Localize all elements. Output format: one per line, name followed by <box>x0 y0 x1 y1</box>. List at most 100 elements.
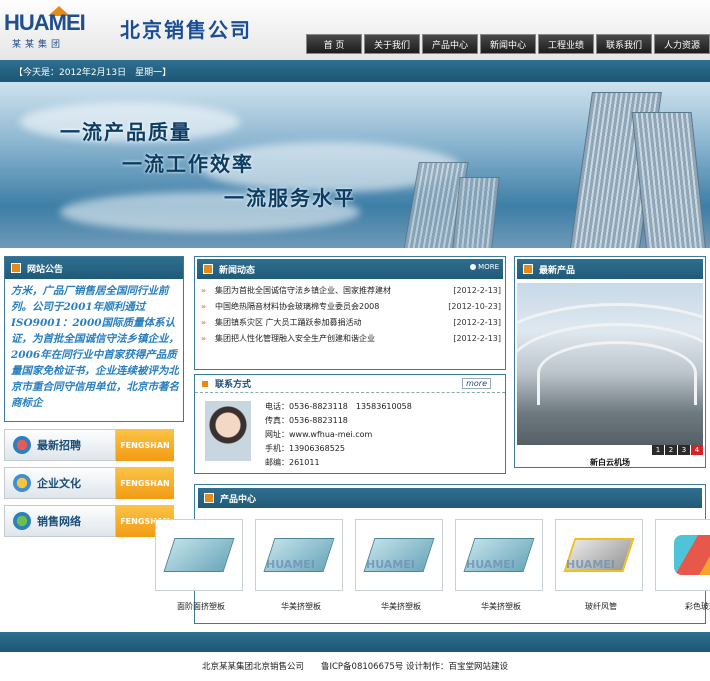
product-watermark: HUAMEI <box>266 558 315 571</box>
building-shape <box>450 177 500 248</box>
contact-title: 联系方式 <box>215 380 252 390</box>
page-button[interactable]: 1 <box>652 445 664 455</box>
product-image: HUAMEI <box>555 519 643 591</box>
product-watermark: HUAMEI <box>366 558 415 571</box>
products-title: 产品中心 <box>220 494 257 505</box>
news-more-label: MORE <box>478 263 499 271</box>
recruit-icon <box>13 436 31 454</box>
latest-header: 最新产品 <box>517 259 703 279</box>
page-button-active[interactable]: 4 <box>691 445 703 455</box>
latest-caption: 新白云机场 <box>590 458 630 467</box>
product-watermark: HUAMEI <box>466 558 515 571</box>
product-label: 华美挤塑板 <box>481 602 521 611</box>
network-icon <box>13 512 31 530</box>
square-bullet-icon <box>203 264 213 274</box>
news-item[interactable]: » 中国绝热隔音材料协会玻璃棉专业委员会2008 [2012-10-23] <box>201 299 501 313</box>
contact-phone: 电话：0536-8823118 13583610058 <box>265 402 412 411</box>
product-label: 玻纤风管 <box>585 602 617 611</box>
news-item[interactable]: » 集团镇系灾区 广大员工踊跃参加募捐活动 [2012-2-13] <box>201 315 501 329</box>
news-item-date: [2012-2-13] <box>453 285 501 295</box>
logo-subtext: 某某集团 <box>12 40 65 50</box>
double-arrow-icon: » <box>201 317 207 327</box>
nav-news[interactable]: 新闻中心 <box>480 34 536 54</box>
logo-text: HUAMEI <box>4 10 86 35</box>
double-arrow-icon: » <box>201 301 207 311</box>
contact-more-link[interactable]: more <box>462 378 491 389</box>
product-card[interactable]: HUAMEI 华美挤塑板 <box>455 519 547 611</box>
culture-icon <box>13 474 31 492</box>
news-header: 新闻动态 <box>197 259 503 279</box>
recruit-tag: FENGSHAN <box>116 429 174 461</box>
products-header: 产品中心 <box>198 488 702 508</box>
contact-photo <box>205 401 251 461</box>
recruit-button[interactable]: 最新招聘 FENGSHAN <box>4 428 174 462</box>
culture-label-box: 企业文化 <box>4 467 116 499</box>
news-panel: 新闻动态 MORE » 集团为首批全国诚信守法乡镇企业、国家推荐建材 [2012… <box>194 256 506 370</box>
notice-title: 网站公告 <box>27 264 64 275</box>
logo[interactable]: HUAMEI 某某集团 <box>4 6 110 52</box>
nav-about[interactable]: 关于我们 <box>364 34 420 54</box>
culture-tag: FENGSHAN <box>116 467 174 499</box>
notice-panel: 网站公告 方米，广品厂销售居全国同行业前列。公司于2001年顺利通过ISO900… <box>4 256 184 422</box>
latest-title: 最新产品 <box>539 265 576 276</box>
double-arrow-icon: » <box>201 333 207 343</box>
nav-products[interactable]: 产品中心 <box>422 34 478 54</box>
nav-home[interactable]: 首 页 <box>306 34 362 54</box>
product-image <box>155 519 243 591</box>
products-panel: 产品中心 面阶面挤塑板 HUAMEI 华美挤塑板 HUAMEI 华美挤塑板 HU… <box>155 484 710 624</box>
slogan-efficiency: 一流工作效率 <box>122 152 254 176</box>
news-item-date: [2012-2-13] <box>453 333 501 343</box>
nav-hr[interactable]: 人力资源 <box>654 34 710 54</box>
product-image <box>655 519 710 591</box>
roof-arch-shape <box>537 341 697 405</box>
product-card[interactable]: 彩色玻璃 <box>655 519 710 611</box>
nav-projects[interactable]: 工程业绩 <box>538 34 594 54</box>
product-card[interactable]: 面阶面挤塑板 <box>155 519 247 611</box>
company-name: 北京销售公司 <box>120 18 252 42</box>
board-shape <box>163 538 235 572</box>
square-bullet-icon <box>11 263 21 273</box>
date-text: 【今天是：2012年2月13日 星期一】 <box>14 68 172 78</box>
products-header-strip: 产品中心 <box>195 485 705 511</box>
page-button[interactable]: 2 <box>665 445 677 455</box>
nav-contact[interactable]: 联系我们 <box>596 34 652 54</box>
circle-icon <box>470 264 477 270</box>
product-label: 彩色玻璃 <box>685 602 710 611</box>
banner: 一流产品质量 一流工作效率 一流服务水平 <box>0 82 710 248</box>
news-item[interactable]: » 集团把人性化管理融入安全生产创建和谐企业 [2012-2-13] <box>201 331 501 345</box>
network-label-box: 销售网络 <box>4 505 116 537</box>
product-image: HUAMEI <box>355 519 443 591</box>
building-shape <box>631 112 709 248</box>
product-card[interactable]: HUAMEI 华美挤塑板 <box>255 519 347 611</box>
news-item[interactable]: » 集团为首批全国诚信守法乡镇企业、国家推荐建材 [2012-2-13] <box>201 283 501 297</box>
roll-shape <box>674 535 710 575</box>
contact-website[interactable]: 网址：www.wfhua-mei.com <box>265 429 372 440</box>
double-arrow-icon: » <box>201 285 207 295</box>
news-item-title: 集团把人性化管理融入安全生产创建和谐企业 <box>215 333 375 343</box>
product-card[interactable]: HUAMEI 玻纤风管 <box>555 519 647 611</box>
page-button[interactable]: 3 <box>678 445 690 455</box>
news-item-date: [2012-10-23] <box>448 301 501 311</box>
recruit-label: 最新招聘 <box>37 439 81 452</box>
slogan-quality: 一流产品质量 <box>60 120 192 144</box>
network-button[interactable]: 销售网络 FENGSHAN <box>4 504 174 538</box>
news-more-link[interactable]: MORE <box>470 263 499 271</box>
square-bullet-icon <box>204 493 214 503</box>
news-item-date: [2012-2-13] <box>453 317 501 327</box>
news-title: 新闻动态 <box>219 265 256 276</box>
notice-header: 网站公告 <box>5 257 183 279</box>
culture-button[interactable]: 企业文化 FENGSHAN <box>4 466 174 500</box>
news-item-title: 集团镇系灾区 广大员工踊跃参加募捐活动 <box>215 317 362 327</box>
square-bullet-icon <box>523 264 533 274</box>
footer-bar <box>0 632 710 652</box>
recruit-label-box: 最新招聘 <box>4 429 116 461</box>
product-label: 华美挤塑板 <box>381 602 421 611</box>
product-image: HUAMEI <box>255 519 343 591</box>
product-card[interactable]: HUAMEI 华美挤塑板 <box>355 519 447 611</box>
slogan-service: 一流服务水平 <box>224 186 356 210</box>
slide-pager: 1 2 3 4 <box>652 445 703 455</box>
product-image: HUAMEI <box>455 519 543 591</box>
network-label: 销售网络 <box>37 515 81 528</box>
latest-product-photo[interactable] <box>517 283 703 445</box>
square-bullet-icon <box>201 379 209 388</box>
